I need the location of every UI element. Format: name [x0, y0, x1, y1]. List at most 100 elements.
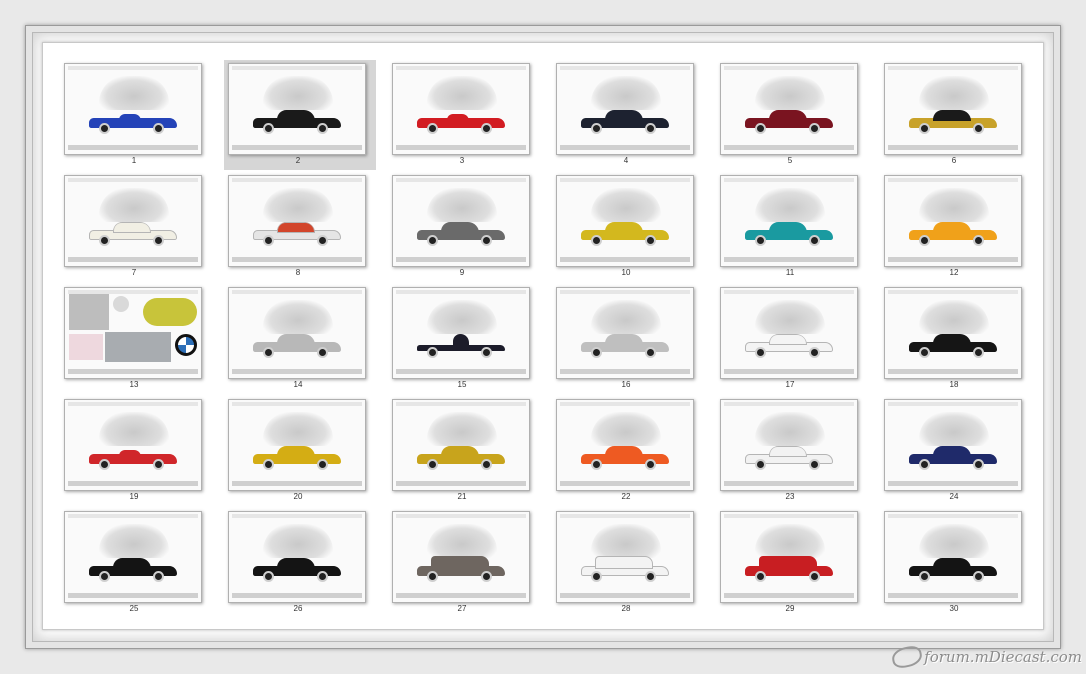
- car-icon: [89, 222, 177, 246]
- thumbnail-image[interactable]: [64, 399, 202, 491]
- thumbnail-item[interactable]: 22: [550, 394, 714, 506]
- thumbnail-image[interactable]: [556, 399, 694, 491]
- thumbnail-item[interactable]: 12: [878, 170, 1042, 282]
- thumbnail-image[interactable]: [556, 287, 694, 379]
- thumbnail-image[interactable]: [228, 287, 366, 379]
- thumbnail-item[interactable]: 21: [386, 394, 550, 506]
- thumbnail-item[interactable]: 15: [386, 282, 550, 394]
- car-icon: [745, 222, 833, 246]
- thumbnail-image[interactable]: [392, 287, 530, 379]
- car-icon: [909, 558, 997, 582]
- collage-photo: [69, 334, 103, 360]
- car-cabin: [933, 222, 971, 233]
- background-sketch: [427, 188, 497, 222]
- background-sketch: [427, 412, 497, 446]
- thumbnail-image[interactable]: [228, 175, 366, 267]
- thumbnail-image[interactable]: [64, 175, 202, 267]
- thumbnail-item[interactable]: 7: [58, 170, 222, 282]
- collage-image: [69, 294, 197, 368]
- thumbnail-footer-bar: [560, 257, 690, 262]
- thumbnail-item[interactable]: 5: [714, 58, 878, 170]
- thumbnail-item[interactable]: 23: [714, 394, 878, 506]
- thumbnail-item[interactable]: 4: [550, 58, 714, 170]
- thumbnail-image[interactable]: [392, 63, 530, 155]
- car-icon: [417, 446, 505, 470]
- thumbnail-item[interactable]: 17: [714, 282, 878, 394]
- car-icon: [909, 446, 997, 470]
- thumbnail-image[interactable]: [720, 511, 858, 603]
- logo-icon: [890, 644, 924, 670]
- thumbnail-image[interactable]: [556, 175, 694, 267]
- thumbnail-item[interactable]: 29: [714, 506, 878, 618]
- wheel-icon: [645, 571, 656, 582]
- thumbnail-item[interactable]: 26: [222, 506, 386, 618]
- thumbnail-item[interactable]: 19: [58, 394, 222, 506]
- thumbnail-footer-bar: [724, 145, 854, 150]
- thumbnail-image[interactable]: [720, 399, 858, 491]
- thumbnail-footer-bar: [68, 145, 198, 150]
- wheel-icon: [973, 571, 984, 582]
- wheel-icon: [755, 571, 766, 582]
- car-cabin: [605, 446, 643, 457]
- thumbnail-item[interactable]: 27: [386, 506, 550, 618]
- thumbnail-image[interactable]: [392, 399, 530, 491]
- thumbnail-item[interactable]: 20: [222, 394, 386, 506]
- wheel-icon: [809, 235, 820, 246]
- thumbnail-item[interactable]: 9: [386, 170, 550, 282]
- thumbnail-item[interactable]: 2: [222, 58, 386, 170]
- thumbnail-footer-bar: [68, 369, 198, 374]
- thumbnail-image[interactable]: [720, 175, 858, 267]
- thumbnail-image[interactable]: [392, 511, 530, 603]
- background-sketch: [919, 524, 989, 558]
- background-sketch: [591, 300, 661, 334]
- thumbnail-image[interactable]: [228, 511, 366, 603]
- thumbnail-image[interactable]: [392, 175, 530, 267]
- thumbnail-item[interactable]: 1: [58, 58, 222, 170]
- car-icon: [89, 446, 177, 470]
- thumbnail-item[interactable]: 3: [386, 58, 550, 170]
- thumbnail-image[interactable]: [64, 511, 202, 603]
- thumbnail-item[interactable]: 18: [878, 282, 1042, 394]
- thumbnail-image[interactable]: [720, 63, 858, 155]
- thumbnail-image[interactable]: [64, 287, 202, 379]
- thumbnail-image[interactable]: [884, 511, 1022, 603]
- thumbnail-number: 11: [785, 268, 795, 277]
- thumbnail-item[interactable]: 11: [714, 170, 878, 282]
- background-sketch: [263, 76, 333, 110]
- car-icon: [581, 556, 669, 582]
- wheel-icon: [919, 347, 930, 358]
- thumbnail-image[interactable]: [884, 287, 1022, 379]
- car-cabin: [277, 446, 315, 457]
- thumbnail-header-bar: [396, 514, 526, 518]
- thumbnail-footer-bar: [560, 145, 690, 150]
- thumbnail-image[interactable]: [884, 63, 1022, 155]
- thumbnail-image[interactable]: [884, 175, 1022, 267]
- thumbnail-item[interactable]: 30: [878, 506, 1042, 618]
- thumbnail-image[interactable]: [228, 399, 366, 491]
- wheel-icon: [99, 123, 110, 134]
- thumbnail-item[interactable]: 8: [222, 170, 386, 282]
- thumbnail-item[interactable]: 13: [58, 282, 222, 394]
- thumbnail-item[interactable]: 16: [550, 282, 714, 394]
- car-cabin: [769, 446, 807, 457]
- thumbnail-item[interactable]: 14: [222, 282, 386, 394]
- thumbnail-image[interactable]: [64, 63, 202, 155]
- thumbnail-item[interactable]: 25: [58, 506, 222, 618]
- thumbnail-item[interactable]: 28: [550, 506, 714, 618]
- thumbnail-item[interactable]: 10: [550, 170, 714, 282]
- wheel-icon: [809, 123, 820, 134]
- thumbnail-image[interactable]: [556, 511, 694, 603]
- thumbnail-item[interactable]: 6: [878, 58, 1042, 170]
- car-icon: [417, 222, 505, 246]
- wheel-icon: [427, 123, 438, 134]
- background-sketch: [755, 524, 825, 558]
- thumbnail-image[interactable]: [720, 287, 858, 379]
- thumbnail-item[interactable]: 24: [878, 394, 1042, 506]
- thumbnail-image[interactable]: [884, 399, 1022, 491]
- thumbnail-image[interactable]: [228, 63, 366, 155]
- thumbnail-image[interactable]: [556, 63, 694, 155]
- thumbnail-number: 25: [129, 604, 139, 613]
- car-cabin: [119, 450, 141, 457]
- car-icon: [745, 334, 833, 358]
- car-cabin: [113, 222, 151, 233]
